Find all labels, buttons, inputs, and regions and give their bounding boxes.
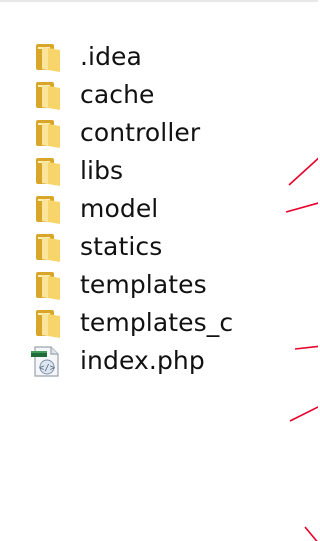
folder-icon: [36, 234, 60, 262]
file-name: cache: [80, 79, 155, 109]
file-name: model: [80, 193, 159, 223]
file-explorer-panel: .idea cache controller libs model static…: [0, 0, 318, 541]
list-item-cache[interactable]: cache: [0, 76, 270, 114]
folder-icon: [36, 44, 60, 72]
folder-icon: [36, 158, 60, 186]
file-name: index.php: [80, 345, 205, 375]
file-name: templates: [80, 269, 207, 299]
php-file-icon: </>: [31, 346, 59, 377]
panel-top-edge: [0, 0, 318, 2]
folder-icon: [36, 272, 60, 300]
annotation-line: [288, 157, 318, 186]
file-name: statics: [80, 231, 163, 261]
list-item-idea[interactable]: .idea: [0, 38, 270, 76]
list-item-templates[interactable]: templates: [0, 266, 270, 304]
list-item-statics[interactable]: statics: [0, 228, 270, 266]
folder-icon: [36, 82, 60, 110]
annotation-line: [285, 202, 318, 213]
annotation-line: [294, 345, 318, 350]
annotation-line: [304, 526, 318, 541]
svg-text:</>: </>: [39, 364, 56, 374]
annotation-line: [289, 406, 318, 422]
file-name: controller: [80, 117, 201, 147]
list-item-index-php[interactable]: </> index.php: [0, 342, 270, 380]
folder-icon: [36, 196, 60, 224]
list-item-libs[interactable]: libs: [0, 152, 270, 190]
folder-icon: [36, 310, 60, 338]
file-name: libs: [80, 155, 124, 185]
list-item-templates-c[interactable]: templates_c: [0, 304, 270, 342]
list-item-model[interactable]: model: [0, 190, 270, 228]
list-item-controller[interactable]: controller: [0, 114, 270, 152]
file-name: templates_c: [80, 307, 234, 337]
folder-icon: [36, 120, 60, 148]
file-name: .idea: [80, 41, 142, 71]
